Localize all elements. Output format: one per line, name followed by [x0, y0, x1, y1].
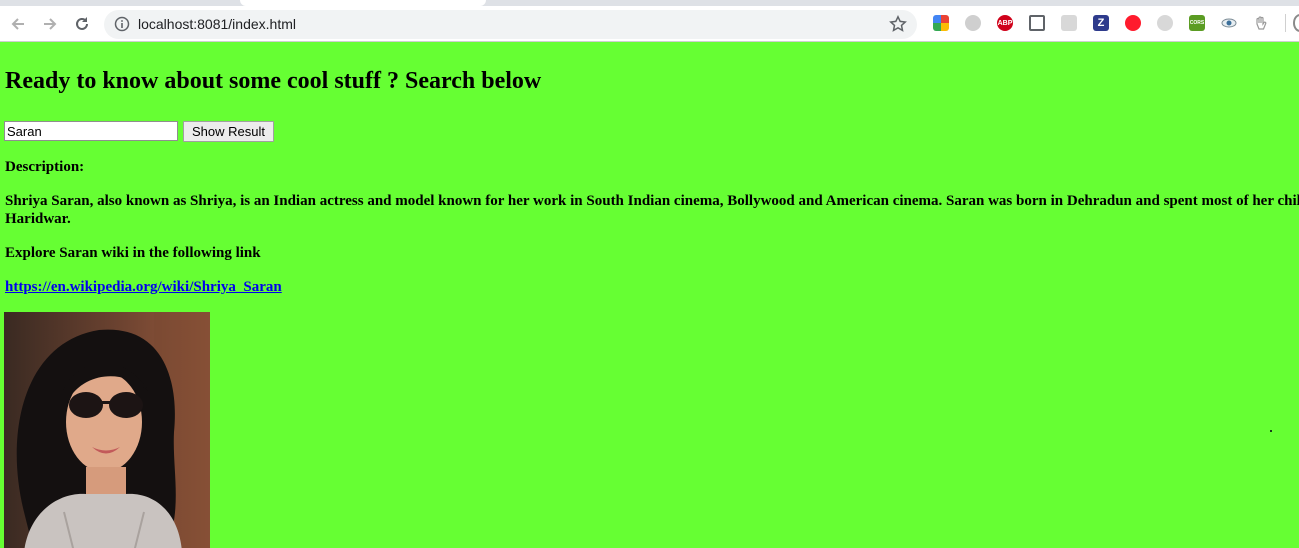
- moon-extension-icon[interactable]: [1157, 15, 1173, 31]
- forward-arrow-icon: [44, 18, 57, 30]
- page-body: Ready to know about some cool stuff ? Se…: [0, 42, 1299, 548]
- puzzle-extension-icon[interactable]: [965, 15, 981, 31]
- url-text[interactable]: localhost:8081/index.html: [138, 16, 296, 32]
- page-title: Ready to know about some cool stuff ? Se…: [5, 68, 542, 94]
- explore-text: Explore Saran wiki in the following link: [5, 245, 261, 261]
- stray-dot: [1270, 430, 1272, 432]
- show-result-button[interactable]: Show Result: [183, 121, 274, 142]
- forward-button[interactable]: [37, 11, 63, 37]
- browser-toolbar: localhost:8081/index.html ABP Z CORS: [0, 0, 1299, 42]
- cors-extension-icon[interactable]: CORS: [1189, 15, 1205, 31]
- profile-icon[interactable]: [1293, 14, 1299, 32]
- back-button[interactable]: [5, 11, 31, 37]
- wiki-link[interactable]: https://en.wikipedia.org/wiki/Shriya_Sar…: [5, 278, 282, 296]
- info-icon[interactable]: [114, 16, 130, 32]
- zotero-extension-icon[interactable]: Z: [1093, 15, 1109, 31]
- tab-strip: [0, 0, 1299, 6]
- google-photos-extension-icon[interactable]: [933, 15, 949, 31]
- reload-button[interactable]: [69, 11, 95, 37]
- eye-icon: [1221, 18, 1237, 28]
- adblock-plus-icon[interactable]: ABP: [997, 15, 1013, 31]
- portrait-image: [4, 312, 210, 548]
- active-tab-edge[interactable]: [240, 0, 486, 6]
- search-input[interactable]: [4, 121, 178, 141]
- description-text: Shriya Saran, also known as Shriya, is a…: [5, 193, 1299, 227]
- cast-icon[interactable]: [1029, 15, 1045, 31]
- bookmark-star-icon[interactable]: [889, 15, 907, 33]
- hand-extension-icon[interactable]: [1253, 15, 1269, 31]
- profile-photo: [4, 312, 210, 548]
- eye-extension-icon[interactable]: [1221, 15, 1237, 31]
- opera-extension-icon[interactable]: [1125, 15, 1141, 31]
- reload-icon: [76, 17, 88, 30]
- pdf-extension-icon[interactable]: [1061, 15, 1077, 31]
- address-bar[interactable]: localhost:8081/index.html: [104, 10, 917, 39]
- description-label: Description:: [5, 159, 85, 175]
- toolbar-divider: [1285, 14, 1286, 32]
- back-arrow-icon: [11, 18, 24, 30]
- hand-icon: [1256, 16, 1267, 30]
